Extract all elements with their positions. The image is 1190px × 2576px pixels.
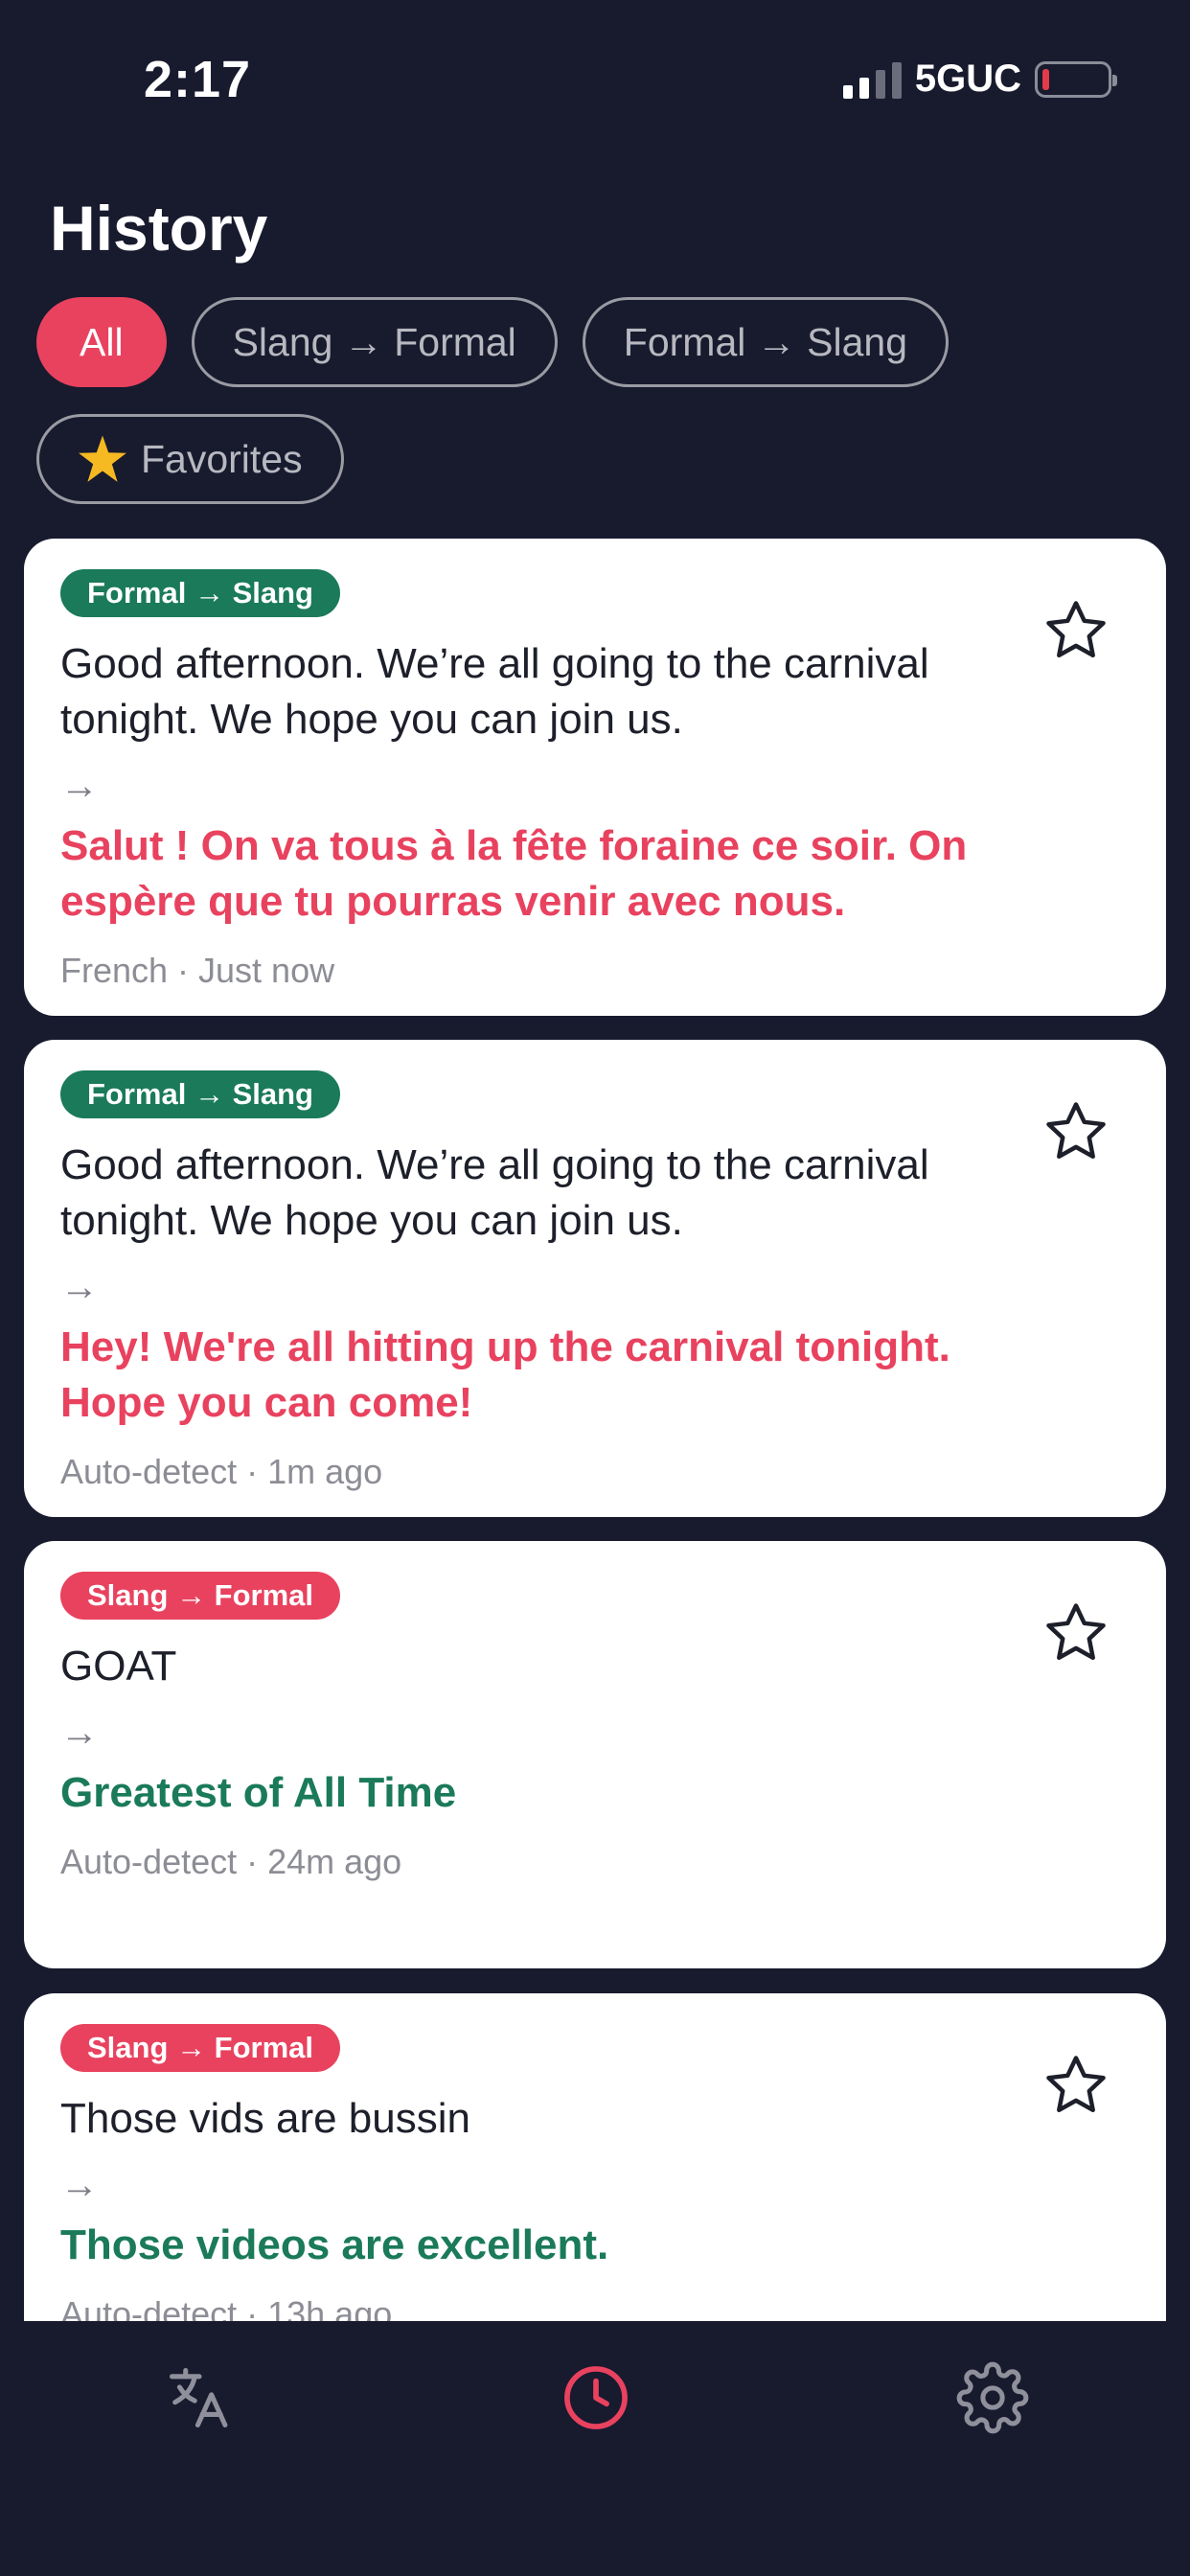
chip-label: Favorites	[141, 436, 303, 481]
star-outline-icon	[1046, 1603, 1106, 1661]
nav-translate-tab[interactable]	[151, 2350, 247, 2446]
filter-slang-to-formal-chip[interactable]: Slang → Formal	[191, 297, 558, 387]
entry-meta: Auto-detect · 1m ago	[60, 1452, 383, 1491]
result-text: Those videos are excellent.	[60, 2221, 609, 2268]
history-card[interactable]: Formal → Slang Good afternoon. We’re all…	[24, 539, 1166, 1016]
history-card[interactable]: Slang → Formal GOAT → Greatest of All Ti…	[24, 1541, 1166, 1968]
chip-label: Formal → Slang	[623, 319, 908, 364]
result-text: Salut ! On va tous à la fête foraine ce …	[60, 822, 968, 925]
result-text: Greatest of All Time	[60, 1769, 457, 1816]
source-text: GOAT	[60, 1643, 177, 1690]
history-card[interactable]: Formal → Slang Good afternoon. We’re all…	[24, 1040, 1166, 1517]
filter-favorites-chip[interactable]: Favorites	[36, 414, 344, 504]
entry-meta: Auto-detect · 24m ago	[60, 1842, 402, 1881]
result-text: Hey! We're all hitting up the carnival t…	[60, 1323, 950, 1426]
source-text: Good afternoon. We’re all going to the c…	[60, 640, 929, 743]
bottom-nav	[0, 2321, 1190, 2576]
entry-meta: French · Just now	[60, 951, 335, 990]
arrow-right-icon: →	[60, 765, 99, 807]
status-time: 2:17	[144, 51, 252, 108]
translate-icon	[169, 2367, 228, 2428]
favorite-star-button[interactable]	[1041, 596, 1110, 665]
star-outline-icon	[1046, 2056, 1106, 2113]
star-emoji-icon	[79, 435, 126, 482]
clock-icon	[564, 2366, 628, 2429]
nav-settings-tab[interactable]	[945, 2350, 1041, 2446]
direction-badge: Formal → Slang	[60, 569, 340, 617]
chip-label: Slang → Formal	[232, 319, 516, 364]
page-title: History	[50, 193, 268, 264]
filter-all-chip[interactable]: All	[36, 297, 167, 387]
arrow-right-icon: →	[60, 1712, 99, 1754]
nav-history-tab[interactable]	[548, 2350, 644, 2446]
direction-badge: Formal → Slang	[60, 1070, 340, 1118]
cellular-signal-icon	[842, 60, 902, 99]
favorite-star-button[interactable]	[1041, 1097, 1110, 1166]
filter-formal-to-slang-chip[interactable]: Formal → Slang	[582, 297, 950, 387]
favorite-star-button[interactable]	[1041, 1598, 1110, 1668]
filter-chips: All Slang → Formal Formal → Slang Favori…	[36, 297, 1167, 504]
arrow-right-icon: →	[60, 2164, 99, 2206]
chip-label: All	[80, 319, 124, 364]
status-indicators: 5GUC	[842, 58, 1117, 101]
gear-icon	[956, 2361, 1029, 2434]
arrow-right-icon: →	[60, 1266, 99, 1308]
history-card[interactable]: Slang → Formal Those vids are bussin → T…	[24, 1993, 1166, 2321]
entry-meta: Auto-detect · 13h ago	[60, 2294, 393, 2321]
source-text: Good afternoon. We’re all going to the c…	[60, 1141, 929, 1244]
favorite-star-button[interactable]	[1041, 2051, 1110, 2120]
source-text: Those vids are bussin	[60, 2095, 470, 2142]
star-outline-icon	[1046, 601, 1106, 658]
network-type: 5GUC	[914, 58, 1021, 100]
star-outline-icon	[1046, 1102, 1106, 1160]
status-bar: 2:17 5GUC	[0, 0, 1190, 163]
direction-badge: Slang → Formal	[60, 2024, 340, 2072]
direction-badge: Slang → Formal	[60, 1572, 340, 1620]
history-list[interactable]: Formal → Slang Good afternoon. We’re all…	[0, 539, 1190, 2321]
battery-icon	[1035, 60, 1117, 98]
